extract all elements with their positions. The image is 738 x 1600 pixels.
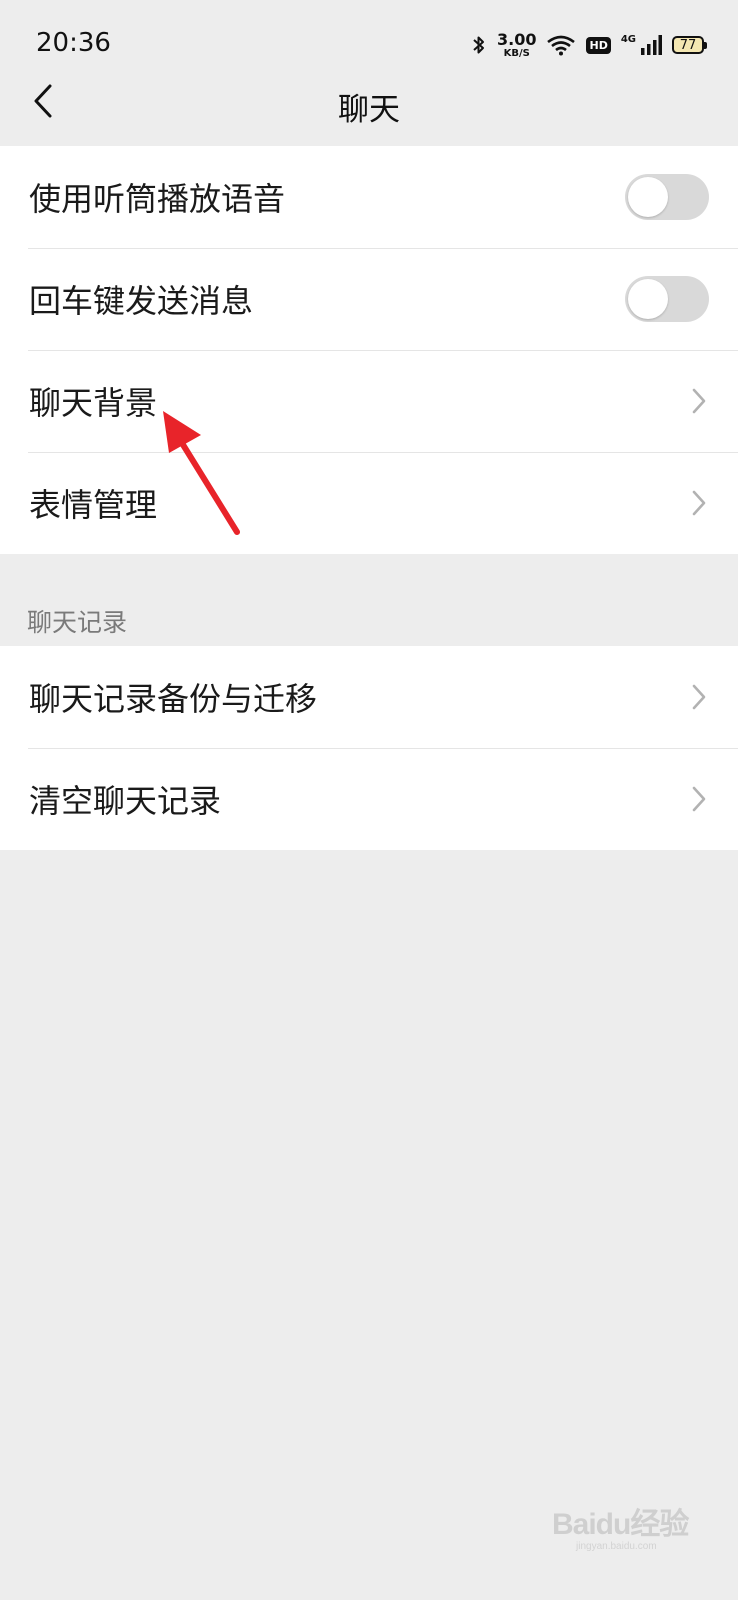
watermark-sub: jingyan.baidu.com — [576, 1541, 657, 1552]
signal-icon — [641, 35, 662, 55]
speed-value: 3.00 — [497, 29, 537, 49]
status-time: 20:36 — [36, 28, 111, 58]
row-label: 清空聊天记录 — [29, 782, 222, 820]
wifi-icon — [547, 35, 576, 56]
row-label: 聊天背景 — [29, 384, 158, 422]
network-speed: 3.00 KB/S — [497, 29, 537, 59]
chevron-right-icon — [692, 490, 706, 516]
settings-group-chat-history: 聊天记录备份与迁移 清空聊天记录 — [0, 646, 738, 850]
watermark-text: Baidu经验 — [552, 1508, 689, 1541]
chevron-right-icon — [692, 684, 706, 710]
chevron-right-icon — [692, 388, 706, 414]
row-chat-background[interactable]: 聊天背景 — [0, 350, 738, 452]
status-icons: 3.00 KB/S HD 4G 77 — [471, 29, 707, 60]
speed-unit: KB/S — [503, 47, 530, 59]
row-label: 聊天记录备份与迁移 — [29, 680, 318, 718]
battery-icon: 77 — [672, 36, 707, 54]
page-title: 聊天 — [338, 92, 400, 128]
battery-level: 77 — [679, 37, 697, 53]
settings-group-general: 使用听筒播放语音 回车键发送消息 聊天背景 表情管理 — [0, 146, 738, 554]
row-enter-to-send[interactable]: 回车键发送消息 — [0, 248, 738, 350]
earpiece-playback-toggle[interactable] — [625, 174, 709, 220]
network-type: 4G — [620, 33, 636, 45]
bluetooth-icon — [473, 36, 484, 54]
annotation-arrow-icon — [163, 411, 240, 535]
enter-to-send-toggle[interactable] — [625, 276, 709, 322]
row-label: 使用听筒播放语音 — [29, 180, 286, 218]
row-clear-history[interactable]: 清空聊天记录 — [0, 748, 738, 850]
row-sticker-management[interactable]: 表情管理 — [0, 452, 738, 554]
baidu-watermark: Baidu经验 jingyan.baidu.com — [552, 1485, 702, 1555]
nav-bar: 聊天 — [0, 62, 738, 146]
chevron-right-icon — [692, 786, 706, 812]
row-earpiece-playback[interactable]: 使用听筒播放语音 — [0, 146, 738, 248]
row-label: 回车键发送消息 — [29, 282, 254, 320]
toggle-knob — [628, 279, 668, 319]
row-backup-migrate[interactable]: 聊天记录备份与迁移 — [0, 646, 738, 748]
section-header-chat-history: 聊天记录 — [27, 608, 128, 637]
row-label: 表情管理 — [29, 486, 158, 524]
hd-icon: HD — [586, 36, 611, 54]
toggle-knob — [628, 177, 668, 217]
